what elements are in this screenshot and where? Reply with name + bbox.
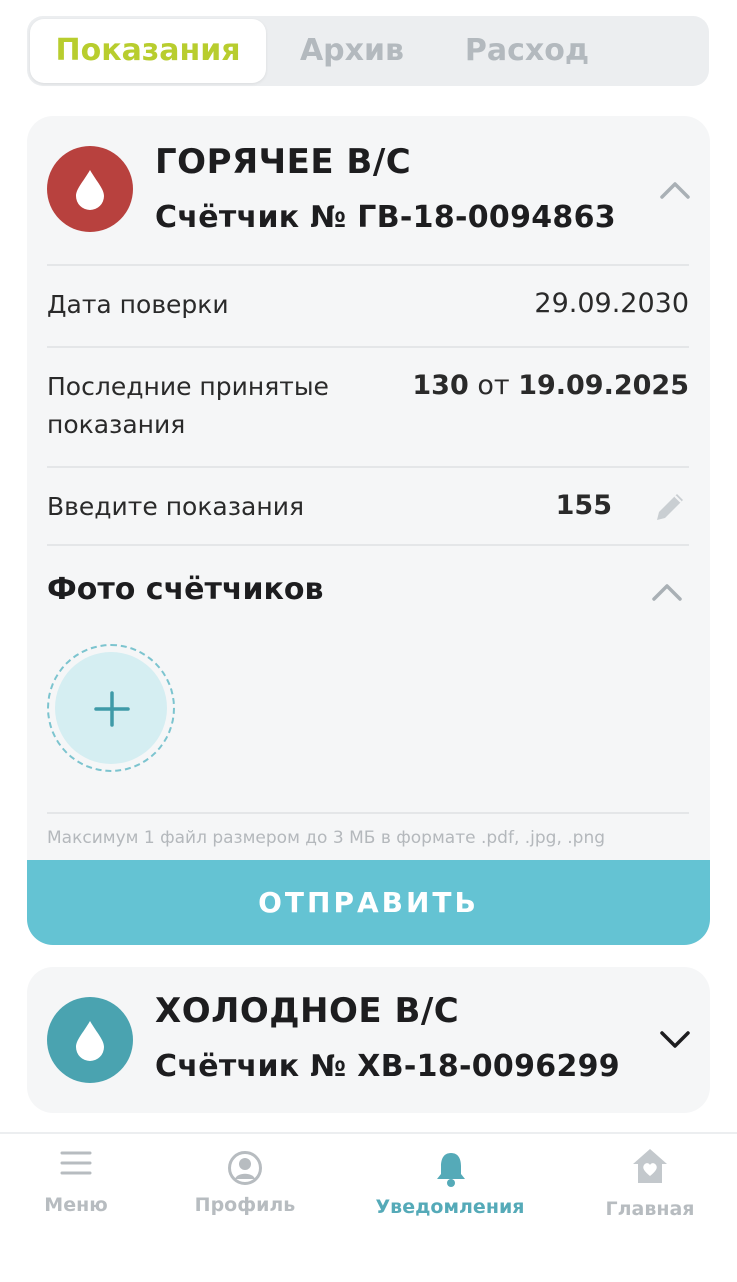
divider [47, 346, 689, 348]
upload-hint: Максимум 1 файл размером до 3 МБ в форма… [47, 828, 606, 848]
meter-title: ХОЛОДНОЕ В/С [155, 991, 460, 1031]
tab-readings[interactable]: Показания [30, 19, 266, 83]
bell-icon [437, 1153, 465, 1187]
pencil-icon[interactable] [651, 488, 689, 526]
bottom-navigation: Меню Профиль Уведомления Главная [0, 1132, 737, 1282]
last-reading-from: от [477, 370, 510, 401]
chevron-up-icon[interactable] [651, 582, 683, 602]
plus-icon [94, 691, 130, 727]
hot-water-drop-icon [47, 146, 133, 232]
cold-water-drop-icon [47, 997, 133, 1083]
divider [47, 812, 689, 814]
enter-readings-label: Введите показания [47, 492, 304, 521]
nav-profile-label: Профиль [194, 1194, 296, 1216]
tab-archive[interactable]: Архив [282, 19, 422, 83]
menu-icon [60, 1151, 92, 1175]
meter-number: Счётчик № ГВ-18-0094863 [155, 200, 616, 235]
last-reading-number: 130 [412, 370, 469, 401]
send-button[interactable]: ОТПРАВИТЬ [27, 860, 710, 945]
tab-consumption[interactable]: Расход [437, 19, 617, 83]
hot-water-meter-card: ГОРЯЧЕЕ В/С Счётчик № ГВ-18-0094863 Дата… [27, 116, 710, 945]
reading-input[interactable]: 155 [556, 490, 612, 521]
last-readings-label-line1: Последние принятые [47, 372, 329, 401]
meter-number: Счётчик № ХВ-18-0096299 [155, 1049, 620, 1084]
home-icon [633, 1149, 667, 1183]
last-reading-date: 19.09.2025 [518, 370, 689, 401]
photos-section-title: Фото счётчиков [47, 572, 324, 607]
last-readings-label-line2: показания [47, 410, 186, 439]
verification-date-label: Дата поверки [47, 290, 229, 319]
nav-menu-label: Меню [44, 1194, 108, 1216]
divider [47, 466, 689, 468]
meter-title: ГОРЯЧЕЕ В/С [155, 142, 412, 182]
divider [47, 264, 689, 266]
last-readings-label: Последние принятые показания [47, 368, 329, 444]
tab-bar: Показания Архив Расход [27, 16, 709, 86]
profile-icon [228, 1151, 262, 1185]
cold-water-meter-card[interactable]: ХОЛОДНОЕ В/С Счётчик № ХВ-18-0096299 [27, 967, 710, 1113]
chevron-up-icon[interactable] [659, 180, 691, 200]
verification-date-value: 29.09.2030 [534, 288, 689, 319]
last-readings-value: 130 от 19.09.2025 [412, 370, 689, 401]
add-photo-button[interactable] [47, 644, 175, 772]
chevron-down-icon[interactable] [659, 1029, 691, 1049]
nav-home-label: Главная [605, 1198, 695, 1220]
divider [47, 544, 689, 546]
nav-notifications-label: Уведомления [375, 1196, 525, 1218]
